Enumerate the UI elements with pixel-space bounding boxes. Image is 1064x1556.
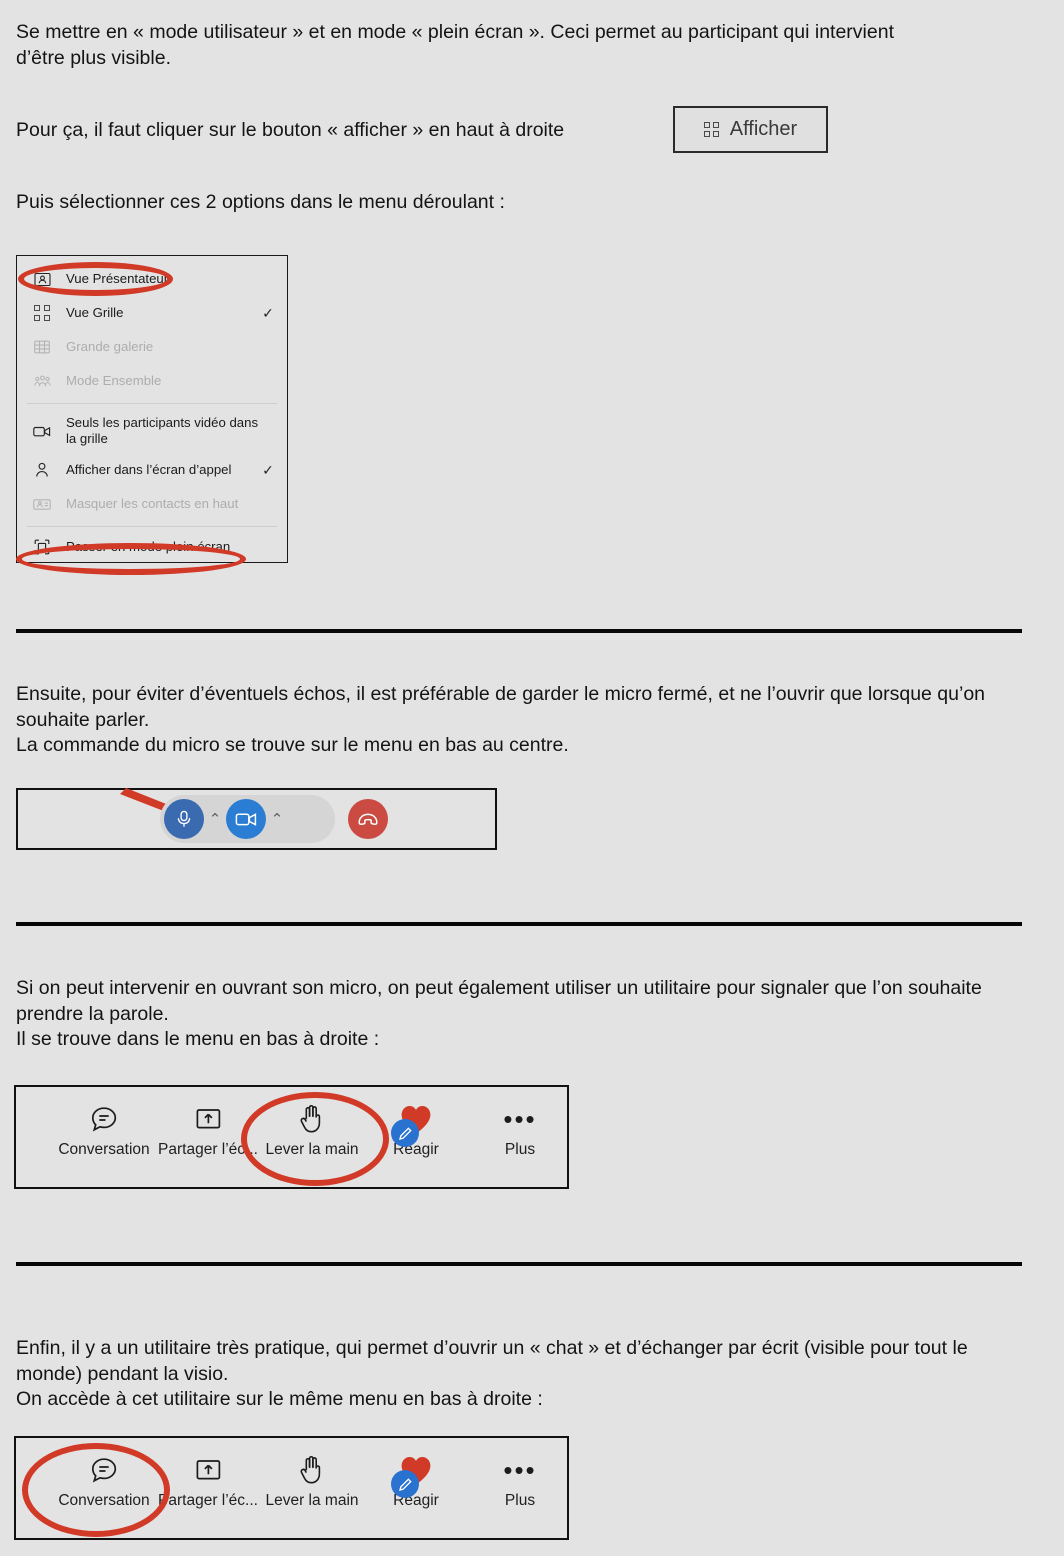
toolbar-item-lever-la-main[interactable]: Lever la main — [260, 1097, 364, 1159]
menu-item-label: Masquer les contacts en haut — [66, 495, 239, 511]
menu-item-afficher-ecran-appel[interactable]: Afficher dans l’écran d’appel ✓ — [17, 453, 287, 487]
heart-reaction-icon — [391, 1097, 433, 1147]
toolbar-item-label: Conversation — [58, 1141, 150, 1158]
toolbar-item-label: Plus — [504, 1492, 536, 1509]
menu-item-label: Afficher dans l’écran d’appel — [66, 461, 232, 477]
microphone-button[interactable] — [164, 799, 204, 839]
toolbar-item-label: Plus — [504, 1141, 536, 1158]
hide-roster-icon — [31, 493, 53, 515]
section-divider-1 — [16, 629, 1022, 633]
toolbar-item-reagir[interactable]: Réagir — [364, 1448, 468, 1510]
pencil-icon[interactable] — [391, 1470, 419, 1498]
menu-item-grande-galerie[interactable]: Grande galerie — [17, 330, 287, 364]
more-options-icon: ••• — [503, 1455, 537, 1485]
menu-item-label: Vue Grille — [66, 304, 124, 320]
pencil-icon[interactable] — [391, 1119, 419, 1147]
document-page: Se mettre en « mode utilisateur » et en … — [0, 0, 1064, 1556]
paragraph-micro-instruction: Ensuite, pour éviter d’éventuels échos, … — [16, 683, 986, 756]
paragraph-chat-instruction: Enfin, il y a un utilitaire très pratiqu… — [16, 1337, 968, 1410]
menu-item-label: Mode Ensemble — [66, 372, 162, 388]
paragraph-lever-main-instruction: Si on peut intervenir en ouvrant son mic… — [16, 977, 982, 1050]
menu-item-label: Seuls les participants vidéo dans la gri… — [66, 414, 259, 447]
large-gallery-icon — [31, 336, 53, 358]
teams-toolbar-2: Conversation Partager l’éc... Lever la m… — [52, 1448, 572, 1510]
share-screen-icon — [195, 1097, 222, 1141]
mic-options-chevron[interactable]: ⌃ — [204, 812, 226, 827]
menu-item-check: ✓ — [262, 461, 274, 478]
hang-up-button[interactable] — [348, 799, 388, 839]
toolbar-item-label: Lever la main — [265, 1492, 359, 1509]
view-dropdown-menu[interactable]: Vue Présentateur Vue Grille ✓ Grande gal… — [16, 255, 288, 563]
toolbar-item-lever-la-main[interactable]: Lever la main — [260, 1448, 364, 1510]
toolbar-item-label: Lever la main — [265, 1141, 359, 1158]
person-icon — [31, 459, 53, 481]
menu-item-label: Passer en mode plein écran — [66, 538, 231, 554]
raise-hand-icon — [299, 1448, 325, 1492]
paragraph-intro: Se mettre en « mode utilisateur » et en … — [16, 21, 894, 69]
paragraph-select-options: Puis sélectionner ces 2 options dans le … — [16, 191, 505, 213]
heart-reaction-icon — [391, 1448, 433, 1498]
toolbar-item-conversation[interactable]: Conversation — [52, 1097, 156, 1159]
teams-toolbar-1: Conversation Partager l’éc... Lever la m… — [52, 1097, 572, 1159]
toolbar-item-plus[interactable]: ••• Plus — [468, 1448, 572, 1510]
presenter-view-icon — [31, 268, 53, 290]
menu-separator — [27, 526, 277, 527]
afficher-button[interactable]: Afficher — [673, 106, 828, 153]
grid-view-icon — [703, 122, 719, 137]
section-divider-3 — [16, 1262, 1022, 1266]
menu-item-label: Grande galerie — [66, 338, 154, 354]
menu-item-label: Vue Présentateur — [66, 270, 169, 286]
chat-icon — [90, 1448, 118, 1492]
together-mode-icon — [31, 370, 53, 392]
menu-item-vue-grille[interactable]: Vue Grille ✓ — [17, 296, 287, 330]
menu-separator — [27, 403, 277, 404]
toolbar-item-label: Conversation — [58, 1492, 150, 1509]
toolbar-item-conversation[interactable]: Conversation — [52, 1448, 156, 1510]
camera-button[interactable] — [226, 799, 266, 839]
toolbar-item-partager-ecran[interactable]: Partager l’éc... — [156, 1097, 260, 1159]
toolbar-item-label: Partager l’éc... — [158, 1141, 258, 1158]
menu-item-vue-presentateur[interactable]: Vue Présentateur — [17, 262, 287, 296]
section-divider-2 — [16, 922, 1022, 926]
more-options-icon: ••• — [503, 1104, 537, 1134]
toolbar-item-label: Partager l’éc... — [158, 1492, 258, 1509]
afficher-button-label: Afficher — [729, 118, 798, 140]
call-controls-bar: ⌃ ⌃ — [160, 795, 335, 843]
menu-item-seuls-participants-video[interactable]: Seuls les participants vidéo dans la gri… — [17, 409, 287, 453]
menu-item-masquer-contacts[interactable]: Masquer les contacts en haut — [17, 487, 287, 521]
camera-options-chevron[interactable]: ⌃ — [266, 812, 288, 827]
share-screen-icon — [195, 1448, 222, 1492]
toolbar-item-partager-ecran[interactable]: Partager l’éc... — [156, 1448, 260, 1510]
menu-item-check: ✓ — [262, 304, 274, 321]
menu-item-mode-ensemble[interactable]: Mode Ensemble — [17, 364, 287, 398]
toolbar-item-plus[interactable]: ••• Plus — [468, 1097, 572, 1159]
fullscreen-icon — [31, 536, 53, 558]
chat-icon — [90, 1097, 118, 1141]
paragraph-afficher-instruction: Pour ça, il faut cliquer sur le bouton «… — [16, 119, 565, 141]
menu-item-plein-ecran[interactable]: Passer en mode plein écran — [17, 532, 287, 562]
toolbar-item-reagir[interactable]: Réagir — [364, 1097, 468, 1159]
video-only-icon — [31, 420, 53, 442]
grid-view-icon — [31, 302, 53, 324]
raise-hand-icon — [299, 1097, 325, 1141]
